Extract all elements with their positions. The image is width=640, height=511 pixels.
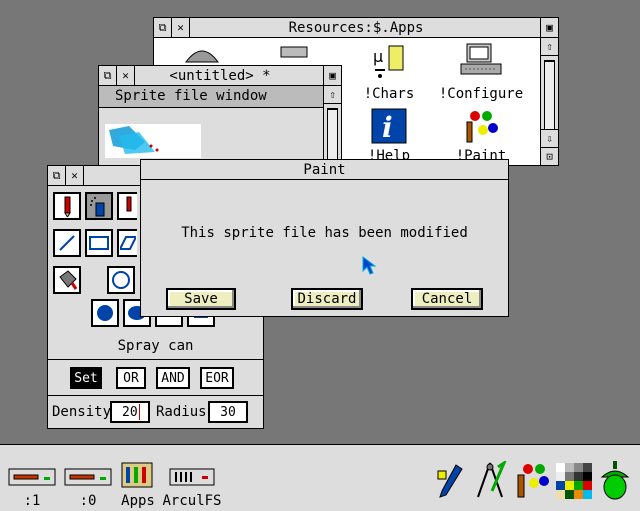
sprite-scrollbar[interactable]: ⇧ — [323, 86, 341, 165]
apps-label: Apps — [121, 493, 155, 509]
plot-mode-set[interactable]: Set — [70, 367, 102, 389]
configure-icon — [460, 43, 502, 75]
floppy-drive-icon — [8, 468, 56, 486]
paint-icon — [466, 111, 498, 143]
tool-status: Spray can — [117, 338, 194, 354]
floppy-drive-1[interactable]: :1 — [8, 467, 56, 509]
scroll-down-icon[interactable]: ⇩ — [541, 129, 558, 147]
arculfs-label: ArculFS — [162, 493, 222, 509]
drive-label: :1 — [23, 493, 41, 509]
app-paint[interactable]: !Paint — [436, 108, 526, 164]
hidden-app-icon-2 — [280, 46, 308, 58]
app-help[interactable]: i !Help — [344, 108, 434, 164]
back-icon[interactable]: ⧉ — [99, 66, 117, 85]
apps-icon — [121, 462, 153, 488]
acorn-icon[interactable] — [600, 459, 630, 501]
app-label: !Chars — [363, 86, 415, 102]
density-label: Density — [52, 404, 112, 420]
radius-input[interactable]: 30 — [208, 401, 248, 423]
plot-mode-or[interactable]: OR — [116, 367, 146, 389]
dialog-titlebar[interactable]: Paint — [141, 160, 508, 180]
toggle-size-icon[interactable]: ▣ — [323, 66, 341, 85]
parallelogram-tool-icon[interactable] — [117, 229, 137, 257]
app-configure[interactable]: !Configure — [436, 42, 526, 102]
close-icon[interactable]: ✕ — [117, 66, 135, 85]
filled-circle-tool-icon[interactable] — [91, 299, 119, 327]
sprite-header-bar: Sprite file window — [99, 86, 323, 108]
resources-scrollbar[interactable]: ⇧ ⇩ ⊡ — [540, 38, 558, 165]
density-value: 20 — [122, 404, 138, 420]
chars-icon: µ — [373, 45, 404, 78]
sprite-work-area — [99, 108, 323, 165]
divider — [48, 395, 263, 396]
paint-pen-icon[interactable] — [436, 461, 466, 501]
app-label: !Configure — [438, 86, 524, 102]
paint-icon[interactable] — [514, 461, 550, 501]
save-button[interactable]: Save — [166, 288, 236, 310]
scroll-up-icon[interactable]: ⇧ — [324, 86, 341, 104]
mouse-pointer-icon — [362, 256, 377, 275]
radius-label: Radius — [156, 404, 207, 420]
arculfs-item[interactable]: ArculFS — [162, 467, 222, 509]
app-chars[interactable]: µ !Chars — [344, 42, 434, 102]
resize-icon[interactable]: ⊡ — [541, 147, 558, 165]
brush-tool-icon[interactable] — [117, 192, 137, 220]
back-icon[interactable]: ⧉ — [48, 166, 66, 185]
floppy-drive-icon — [64, 468, 112, 486]
plot-mode-and[interactable]: AND — [156, 367, 190, 389]
divider — [48, 359, 263, 360]
text-caret — [138, 404, 140, 420]
dialog-message: This sprite file has been modified — [181, 225, 468, 241]
apps-item[interactable]: Apps — [118, 459, 158, 509]
rectangle-tool-icon[interactable] — [85, 229, 113, 257]
sprite-thumbnail[interactable] — [105, 124, 201, 158]
pencil-tool-icon[interactable] — [53, 192, 81, 220]
draw-icon[interactable] — [472, 461, 508, 501]
line-tool-icon[interactable] — [53, 229, 81, 257]
toggle-size-icon[interactable]: ▣ — [540, 18, 558, 37]
sprite-title: <untitled> * — [169, 67, 271, 84]
floppy-drive-0[interactable]: :0 — [64, 467, 112, 509]
spray-can-tool-icon[interactable] — [85, 192, 113, 220]
hidden-app-icon — [185, 50, 219, 63]
fill-tool-icon[interactable] — [53, 266, 81, 294]
help-icon: i — [371, 108, 407, 144]
palette-icon[interactable] — [556, 463, 592, 499]
discard-button[interactable]: Discard — [291, 288, 363, 310]
close-icon[interactable]: ✕ — [172, 18, 190, 37]
arculfs-icon — [169, 468, 215, 486]
density-input[interactable]: 20 — [110, 401, 150, 423]
sprite-window: <untitled> * ⧉ ✕ ▣ Sprite file window ⇧ — [98, 65, 342, 166]
circle-tool-icon[interactable] — [107, 266, 135, 294]
back-icon[interactable]: ⧉ — [154, 18, 172, 37]
svg-text:µ: µ — [373, 47, 383, 66]
resources-titlebar[interactable]: Resources:$.Apps — [154, 18, 558, 38]
icon-bar: :1 :0 Apps ArculFS — [0, 444, 640, 511]
resources-title: Resources:$.Apps — [288, 19, 424, 36]
svg-text:i: i — [382, 111, 393, 144]
plot-mode-eor[interactable]: EOR — [200, 367, 234, 389]
close-icon[interactable]: ✕ — [66, 166, 84, 185]
scroll-up-icon[interactable]: ⇧ — [541, 38, 558, 56]
cancel-button[interactable]: Cancel — [411, 288, 483, 310]
drive-label: :0 — [79, 493, 97, 509]
paint-dialog: Paint This sprite file has been modified… — [140, 159, 509, 317]
dialog-title: Paint — [303, 161, 346, 178]
sprite-titlebar[interactable]: <untitled> * — [99, 66, 341, 86]
sprite-header: Sprite file window — [115, 88, 267, 104]
